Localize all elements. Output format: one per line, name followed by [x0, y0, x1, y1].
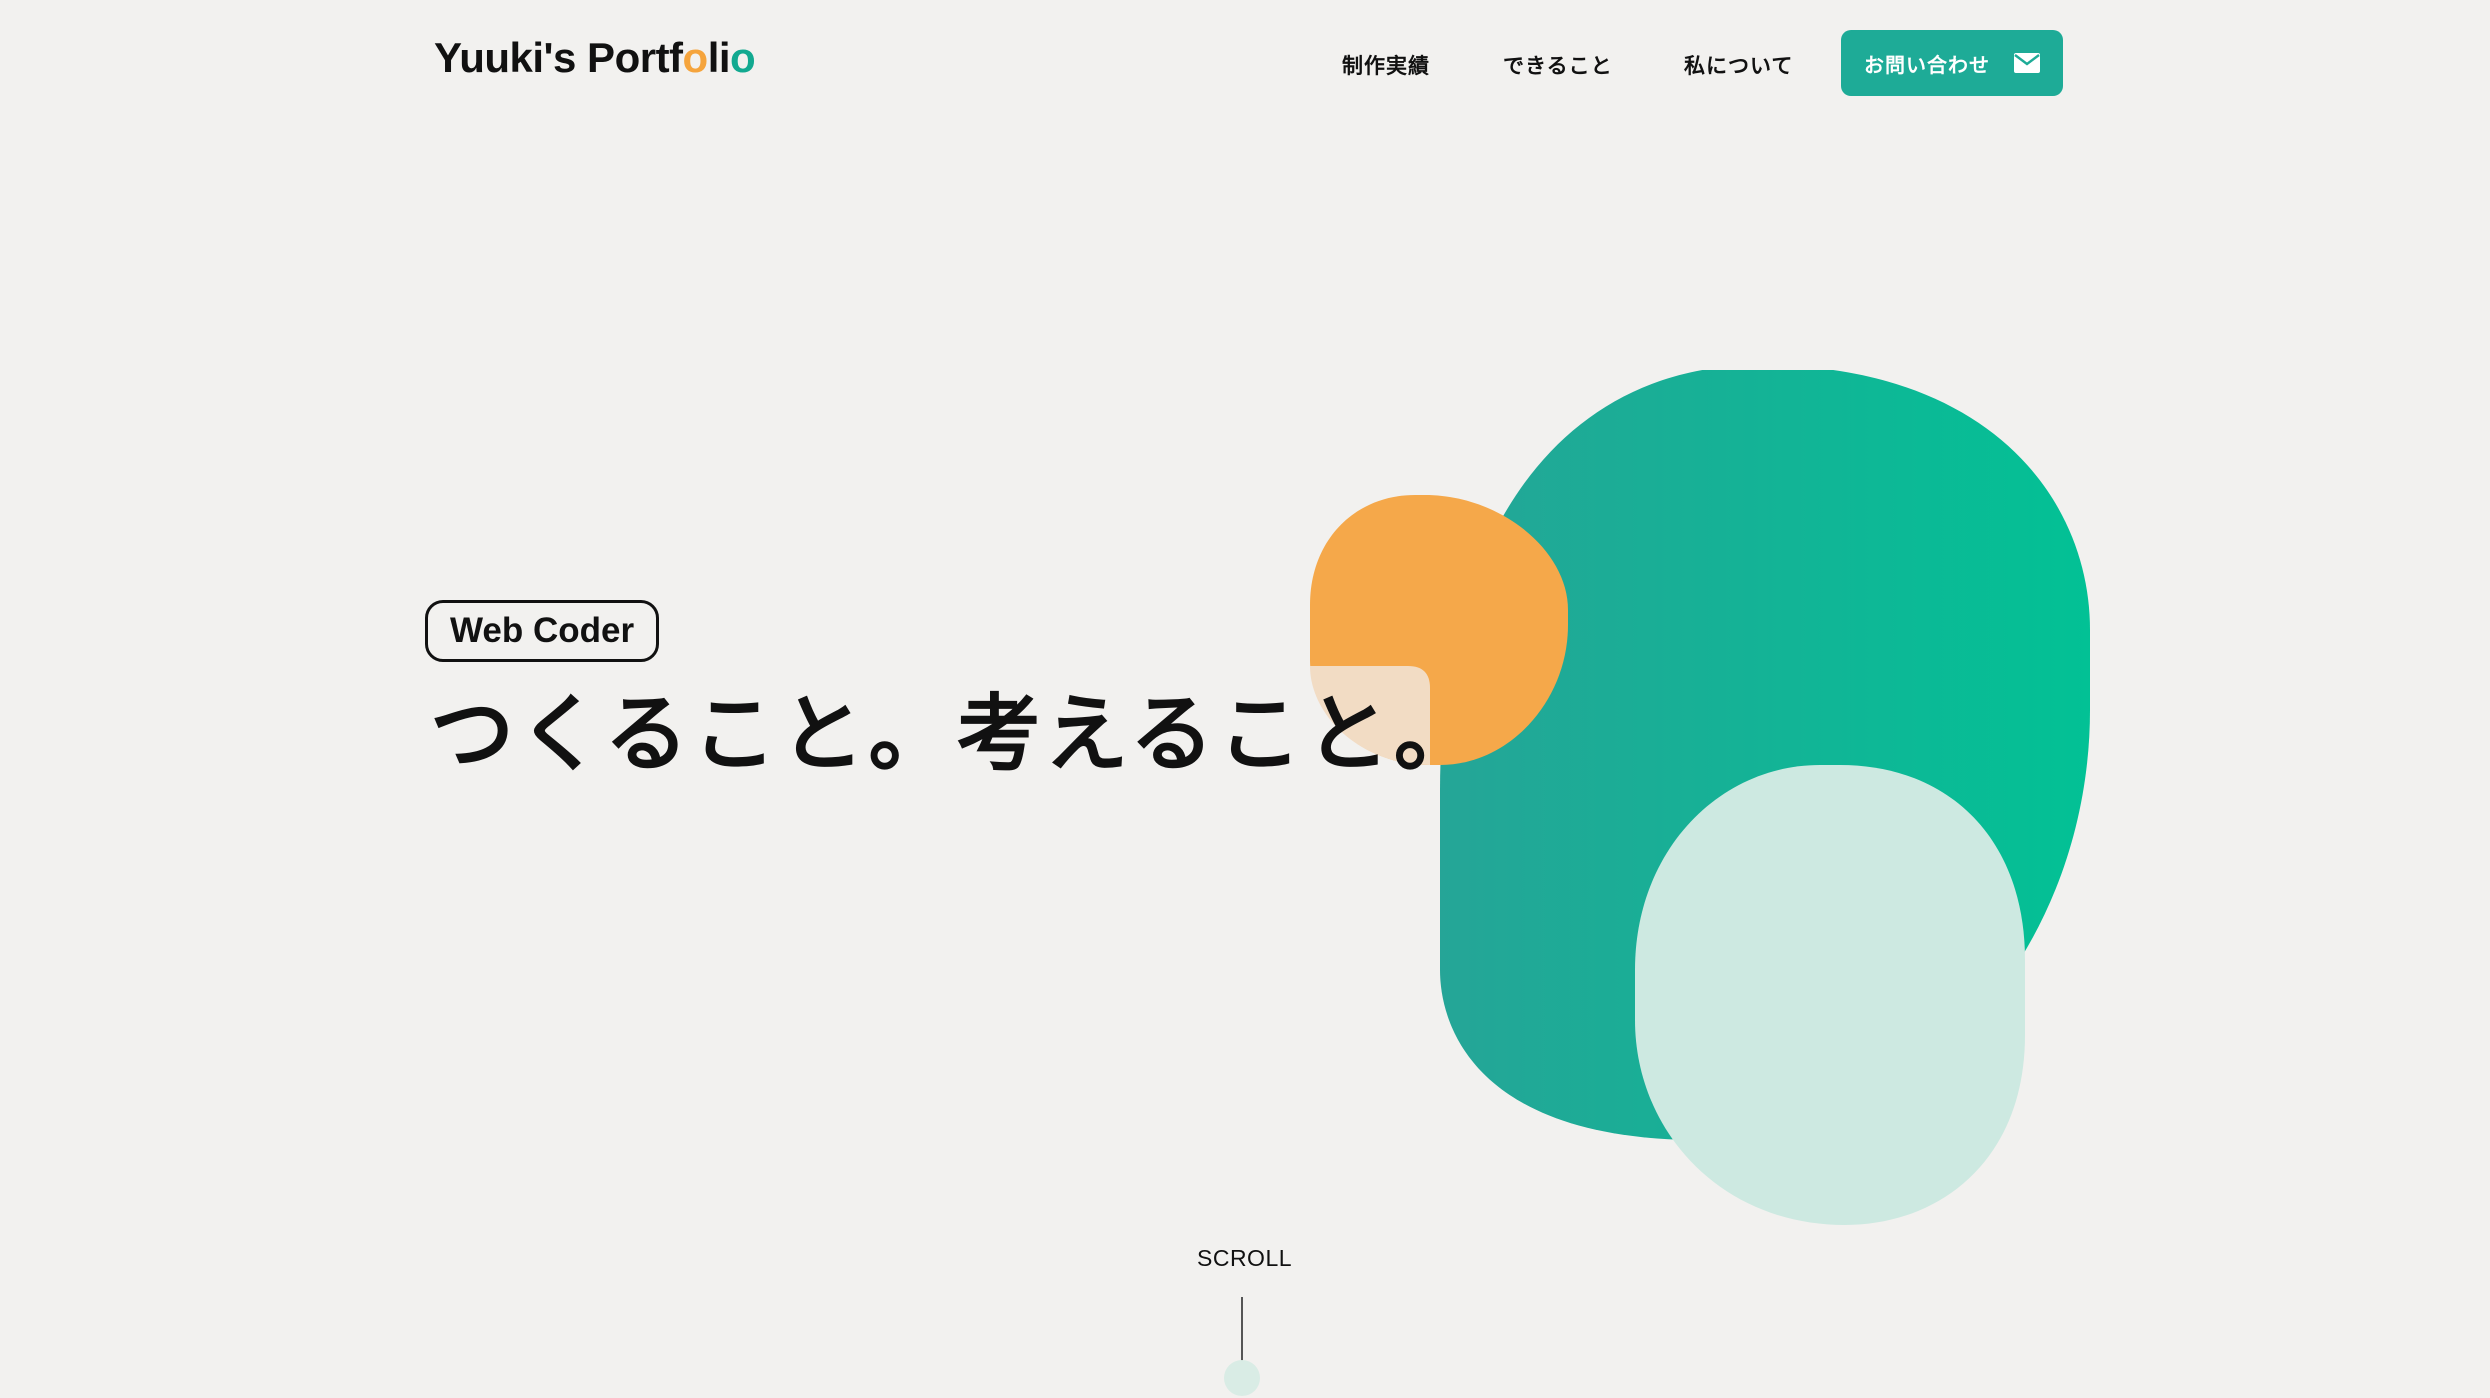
logo-text-mid: li	[707, 34, 731, 81]
scroll-indicator[interactable]: SCROLL	[1197, 1245, 1293, 1396]
contact-button-label: お問い合わせ	[1864, 52, 1990, 77]
hero-section: Web Coder つくること。考えること。	[0, 130, 2490, 1270]
nav-works[interactable]: 制作実績	[1342, 50, 1430, 80]
site-header: Yuuki's Portf o li o 制作実績 できること 私について お問い合わ…	[0, 0, 2490, 130]
logo-green-o: o	[730, 34, 756, 81]
scroll-label: SCROLL	[1197, 1245, 1293, 1271]
contact-button[interactable]: お問い合わせ	[1841, 30, 2063, 96]
mail-icon	[2014, 53, 2040, 73]
nav-services[interactable]: できること	[1503, 50, 1613, 80]
logo-orange-o: o	[682, 34, 709, 81]
hero-headline: つくること。考えること。	[430, 685, 1482, 783]
logo-text-start: Yuuki's Portf	[434, 34, 683, 81]
role-badge: Web Coder	[425, 600, 660, 662]
nav-about[interactable]: 私について	[1684, 50, 1793, 80]
scroll-dot	[1224, 1360, 1260, 1396]
site-logo[interactable]: Yuuki's Portf o li o	[434, 34, 756, 82]
mint-blob	[1635, 765, 2025, 1225]
hero-illustration	[1300, 370, 2100, 1310]
